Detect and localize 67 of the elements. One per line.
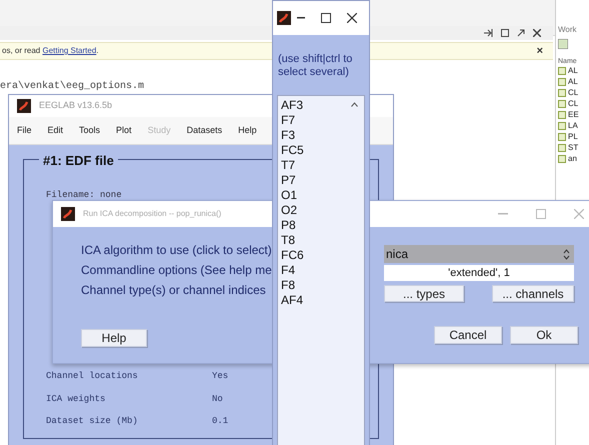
channel-item[interactable]: F4: [281, 263, 309, 278]
variable-name[interactable]: EE: [568, 111, 579, 119]
variable-name[interactable]: LA: [568, 122, 578, 130]
channel-item[interactable]: O1: [281, 188, 309, 203]
menu-item[interactable]: Plot: [116, 124, 132, 138]
undock-icon[interactable]: [484, 29, 493, 37]
info-label: Dataset size (Mb): [46, 415, 139, 428]
maximize-icon[interactable]: [321, 13, 331, 23]
menu-item[interactable]: Edit: [48, 124, 64, 138]
variable-name[interactable]: AL: [568, 78, 578, 86]
algorithm-dropdown[interactable]: nica: [384, 245, 574, 263]
scroll-up-icon[interactable]: [351, 102, 358, 107]
app-icon: [17, 99, 31, 113]
hint-text: (use shift|ctrl to select several): [277, 53, 354, 79]
arrow-icon[interactable]: [517, 29, 525, 37]
menu-item[interactable]: Help: [238, 124, 257, 138]
close-icon[interactable]: [347, 13, 357, 23]
info-text: os, or read Getting Started.: [2, 45, 99, 57]
getting-started-link[interactable]: Getting Started: [42, 46, 96, 55]
window-title: EEGLAB v13.6.5b: [39, 99, 112, 112]
channel-item[interactable]: F7: [281, 113, 309, 128]
app-icon: [61, 207, 75, 221]
minimize-icon[interactable]: [297, 17, 305, 19]
panel-title: Work: [558, 26, 578, 34]
toolbar-icon[interactable]: [558, 39, 568, 49]
menu-item[interactable]: Tools: [79, 124, 100, 138]
help-button[interactable]: Help: [81, 329, 147, 347]
channel-item[interactable]: FC6: [281, 248, 309, 263]
cancel-button[interactable]: Cancel: [434, 326, 502, 344]
channel-item[interactable]: AF3: [281, 98, 309, 113]
channel-item[interactable]: F3: [281, 128, 309, 143]
app-icon: [277, 11, 291, 25]
options-field[interactable]: 'extended', 1: [384, 265, 574, 281]
channel-item[interactable]: F8: [281, 278, 309, 293]
types-button[interactable]: ... types: [384, 285, 464, 302]
channel-item[interactable]: P7: [281, 173, 309, 188]
menu-item[interactable]: File: [17, 124, 32, 138]
channel-item[interactable]: T8: [281, 233, 309, 248]
field-label: Commandline options (See help me: [81, 263, 273, 277]
filename-text: Filename: none: [46, 188, 122, 202]
channels-button[interactable]: ... channels: [492, 285, 574, 302]
variable-name[interactable]: ST: [568, 144, 578, 152]
close-button[interactable]: ×: [536, 46, 543, 56]
channel-item[interactable]: AF4: [281, 293, 309, 308]
variable-name[interactable]: CL: [568, 100, 578, 108]
close-icon[interactable]: [533, 29, 541, 37]
info-label: ICA weights: [46, 392, 106, 406]
info-value: No: [212, 392, 223, 406]
field-label: ICA algorithm to use (click to select): [81, 243, 273, 257]
channel-item[interactable]: T7: [281, 158, 309, 173]
channel-item[interactable]: FC5: [281, 143, 309, 158]
info-value: 0.1: [212, 415, 228, 428]
menu-item[interactable]: Datasets: [186, 124, 222, 138]
channel-item[interactable]: P8: [281, 218, 309, 233]
variable-name[interactable]: PL: [568, 133, 578, 141]
maximize-icon[interactable]: [501, 29, 509, 37]
channel-item[interactable]: O2: [281, 203, 309, 218]
spinner-icon: [563, 248, 570, 260]
variable-name[interactable]: AL: [568, 67, 578, 75]
command-text: era\venkat\eeg_options.m: [0, 82, 144, 92]
info-value: Yes: [212, 370, 228, 383]
variable-name[interactable]: CL: [568, 89, 578, 97]
info-label: Channel locations: [46, 370, 139, 383]
ok-button[interactable]: Ok: [510, 326, 578, 344]
field-label: Channel type(s) or channel indices: [81, 283, 267, 297]
dialog-title: Run ICA decomposition -- pop_runica(): [83, 208, 222, 220]
variable-name[interactable]: an: [568, 155, 577, 163]
